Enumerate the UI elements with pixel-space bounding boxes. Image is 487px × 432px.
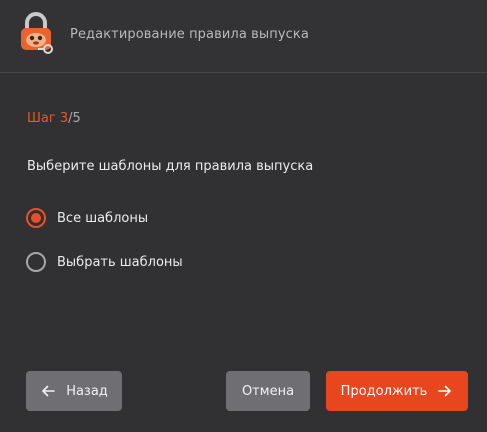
radio-label-select-templates: Выбрать шаблоны — [57, 254, 183, 270]
title-bar: Редактирование правила выпуска — [0, 0, 487, 73]
arrow-right-icon — [438, 385, 452, 397]
continue-button[interactable]: Продолжить — [326, 371, 468, 411]
step-current-label: Шаг 3 — [27, 111, 69, 126]
arrow-left-icon — [42, 385, 55, 397]
lock-mascot-icon — [21, 12, 53, 54]
back-button[interactable]: Назад — [26, 371, 122, 411]
wizard-content: Шаг 3/5 Выберите шаблоны для правила вып… — [0, 74, 487, 432]
cancel-button-label: Отмена — [241, 383, 295, 399]
radio-button-checked[interactable] — [26, 208, 46, 228]
continue-button-label: Продолжить — [340, 383, 428, 399]
radio-label-all-templates: Все шаблоны — [57, 210, 149, 226]
radio-select-templates[interactable]: Выбрать шаблоны — [26, 252, 183, 272]
step-total: 5 — [72, 111, 81, 126]
cancel-button[interactable]: Отмена — [226, 371, 310, 411]
back-button-label: Назад — [66, 383, 108, 399]
window-title: Редактирование правила выпуска — [70, 27, 309, 42]
question-text: Выберите шаблоны для правила выпуска — [27, 159, 314, 174]
radio-all-templates[interactable]: Все шаблоны — [26, 208, 148, 228]
step-indicator: Шаг 3/5 — [27, 111, 81, 126]
radio-button-unchecked[interactable] — [26, 252, 46, 272]
